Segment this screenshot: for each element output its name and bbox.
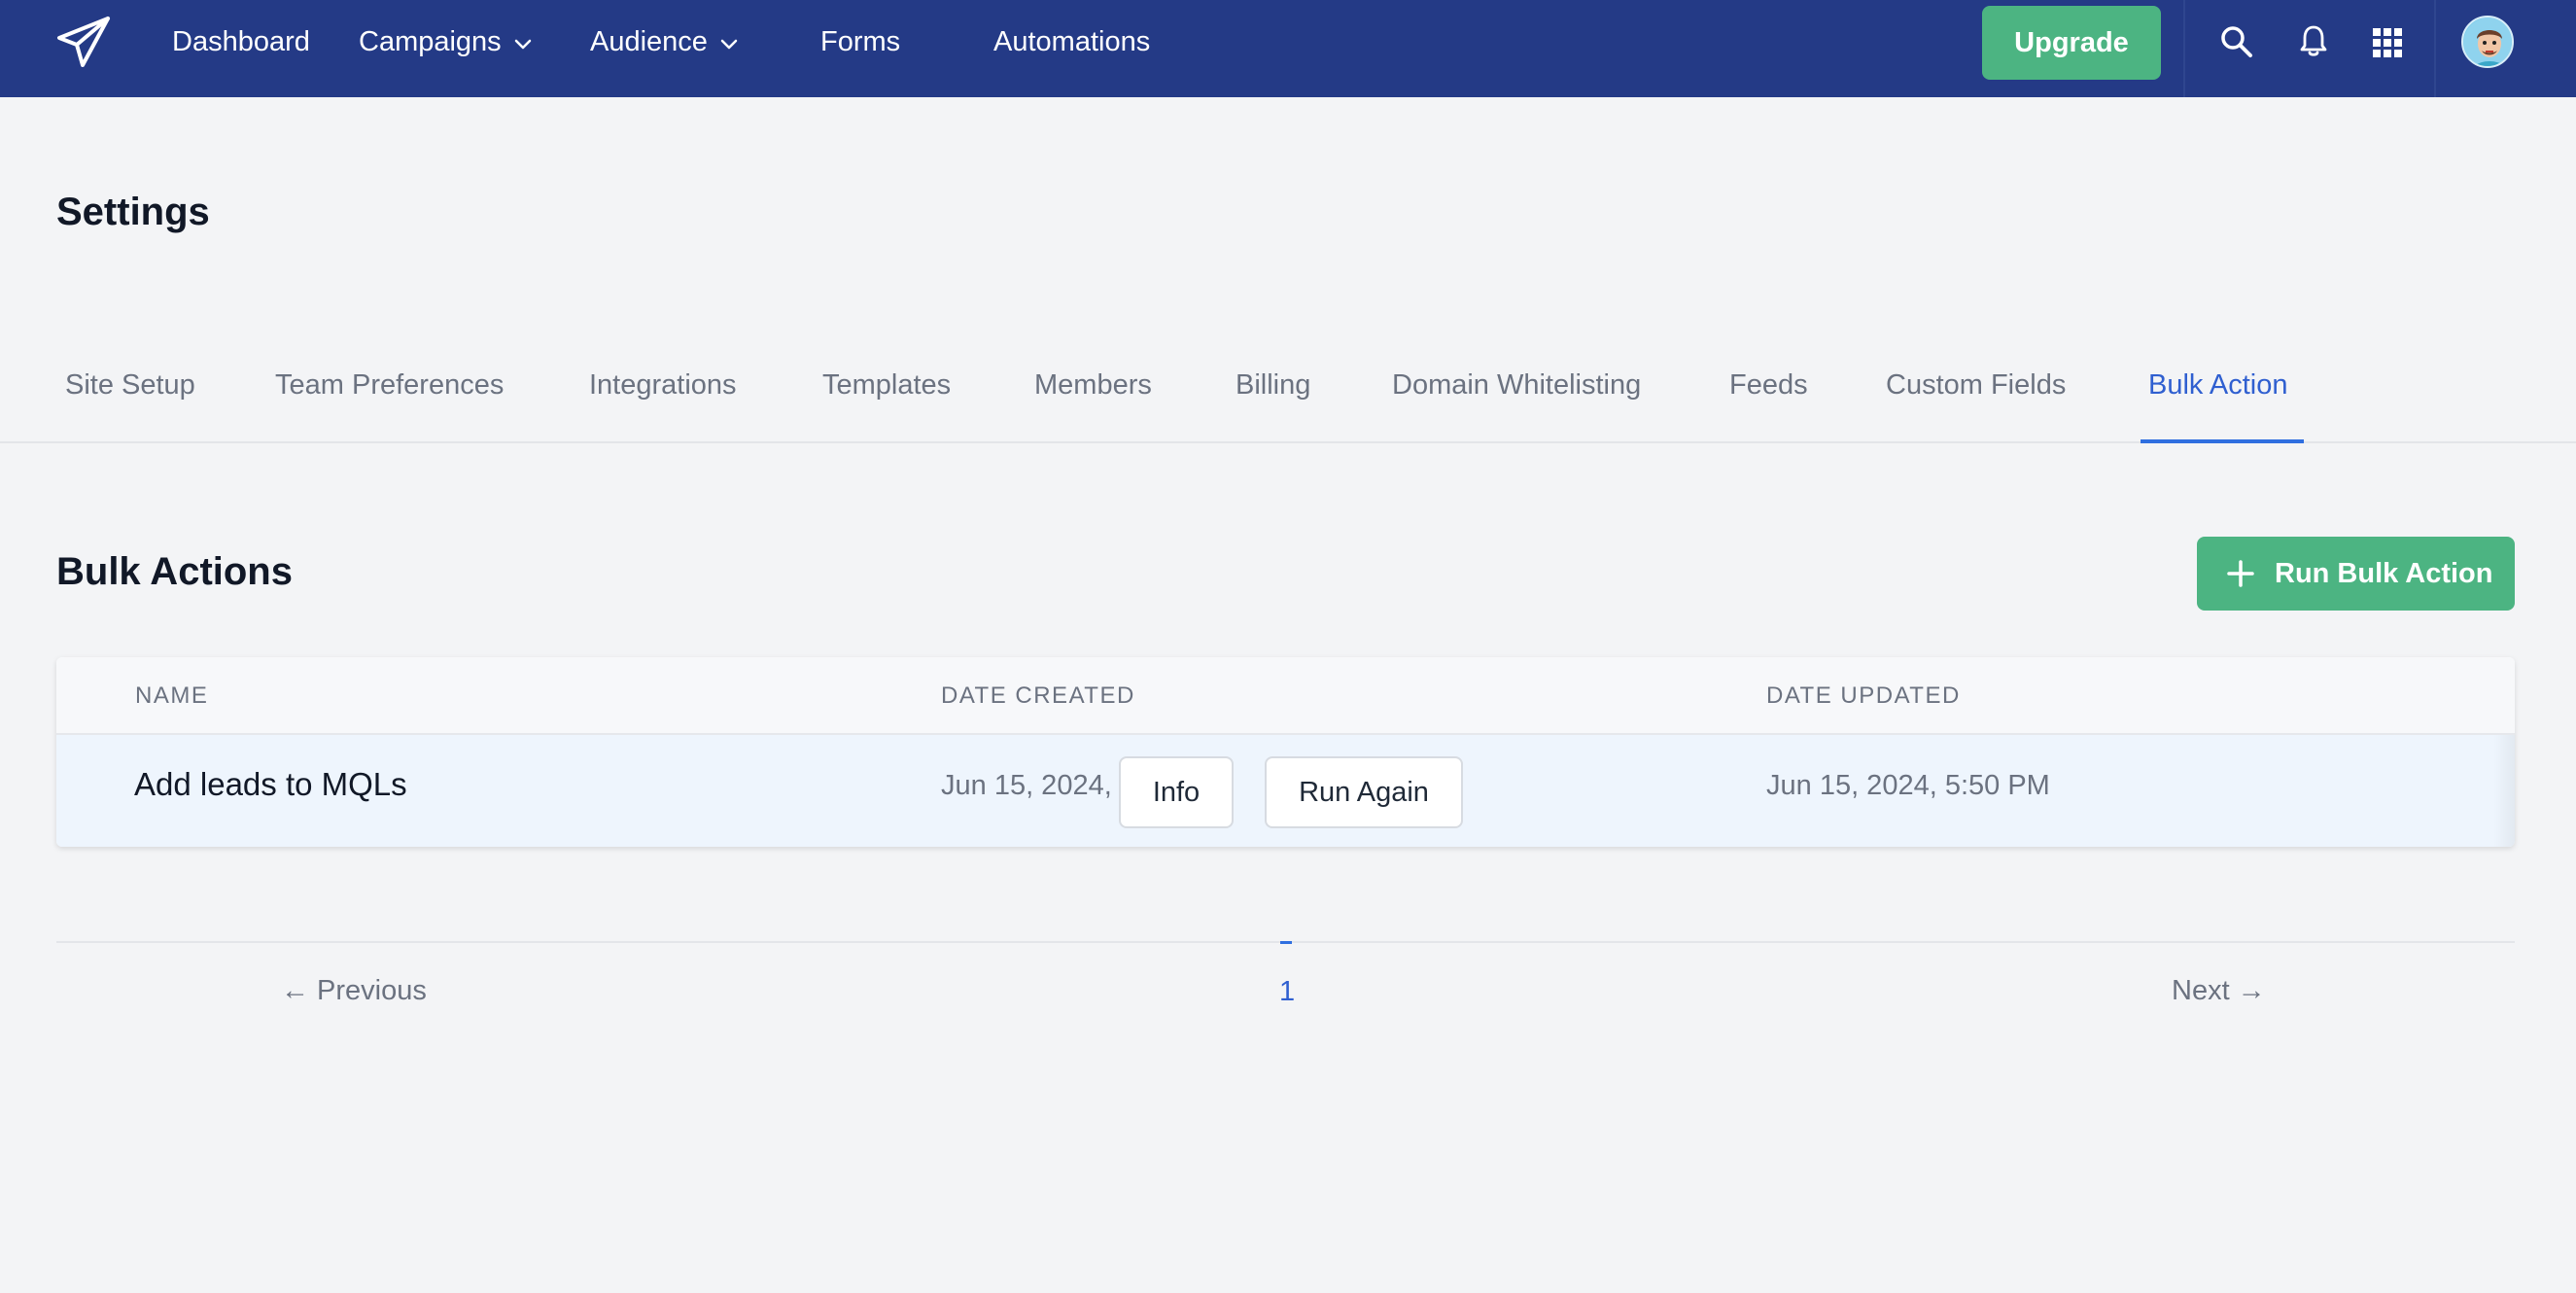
info-button[interactable]: Info bbox=[1119, 756, 1234, 828]
next-page-link[interactable]: Next → bbox=[2172, 975, 2266, 1007]
nav-divider bbox=[2183, 0, 2185, 97]
tab-billing[interactable]: Billing bbox=[1236, 369, 1310, 402]
bell-icon[interactable] bbox=[2298, 23, 2329, 58]
tab-custom-fields[interactable]: Custom Fields bbox=[1886, 369, 2066, 402]
tab-integrations[interactable]: Integrations bbox=[589, 369, 737, 402]
page-number-current[interactable]: 1 bbox=[1279, 976, 1295, 1008]
nav-audience[interactable]: Audience bbox=[590, 0, 739, 84]
plus-icon bbox=[2226, 559, 2255, 588]
row-scroll-shadow bbox=[2493, 735, 2515, 847]
tab-bulk-action[interactable]: Bulk Action bbox=[2148, 369, 2287, 402]
nav-audience-label: Audience bbox=[590, 26, 708, 57]
nav-forms-label: Forms bbox=[820, 26, 901, 57]
bulk-actions-table: NAME DATE CREATED DATE UPDATED Add leads… bbox=[56, 657, 2515, 847]
search-icon[interactable] bbox=[2220, 25, 2253, 58]
upgrade-button[interactable]: Upgrade bbox=[1982, 6, 2161, 80]
nav-campaigns[interactable]: Campaigns bbox=[359, 0, 533, 84]
tab-templates[interactable]: Templates bbox=[822, 369, 951, 402]
section-title: Bulk Actions bbox=[56, 550, 293, 593]
tab-team-preferences[interactable]: Team Preferences bbox=[275, 369, 504, 402]
chevron-down-icon bbox=[513, 1, 533, 85]
column-header-date-created: DATE CREATED bbox=[941, 682, 1135, 709]
column-header-name: NAME bbox=[135, 682, 209, 709]
nav-automations[interactable]: Automations bbox=[993, 0, 1150, 84]
active-tab-indicator bbox=[2141, 439, 2304, 443]
user-avatar[interactable] bbox=[2461, 16, 2514, 68]
paper-plane-icon[interactable] bbox=[53, 13, 114, 73]
page-title: Settings bbox=[56, 191, 210, 233]
column-header-date-updated: DATE UPDATED bbox=[1766, 682, 1961, 709]
top-navigation-bar: Dashboard Campaigns Audience Forms Autom… bbox=[0, 0, 2576, 97]
nav-forms[interactable]: Forms bbox=[820, 0, 900, 84]
bulk-action-name: Add leads to MQLs bbox=[134, 766, 407, 802]
tab-feeds[interactable]: Feeds bbox=[1729, 369, 1808, 402]
tab-members[interactable]: Members bbox=[1034, 369, 1152, 402]
chevron-down-icon bbox=[719, 1, 739, 85]
run-bulk-action-label: Run Bulk Action bbox=[2275, 557, 2493, 589]
nav-divider bbox=[2434, 0, 2436, 97]
tab-site-setup[interactable]: Site Setup bbox=[65, 369, 195, 402]
settings-tabs: Site Setup Team Preferences Integrations… bbox=[0, 350, 2576, 443]
nav-dashboard-label: Dashboard bbox=[172, 26, 310, 57]
date-created: Jun 15, 2024, bbox=[941, 770, 1112, 801]
table-header: NAME DATE CREATED DATE UPDATED bbox=[56, 657, 2515, 735]
run-bulk-action-button[interactable]: Run Bulk Action bbox=[2197, 537, 2515, 611]
apps-grid-icon[interactable] bbox=[2372, 27, 2403, 58]
nav-campaigns-label: Campaigns bbox=[359, 26, 502, 57]
run-again-button[interactable]: Run Again bbox=[1265, 756, 1463, 828]
previous-page-link[interactable]: ← Previous bbox=[281, 975, 427, 1007]
tab-domain-whitelisting[interactable]: Domain Whitelisting bbox=[1392, 369, 1641, 402]
active-page-indicator bbox=[1280, 941, 1292, 944]
nav-automations-label: Automations bbox=[993, 26, 1151, 57]
nav-dashboard[interactable]: Dashboard bbox=[172, 0, 310, 84]
date-updated: Jun 15, 2024, 5:50 PM bbox=[1766, 770, 2050, 801]
